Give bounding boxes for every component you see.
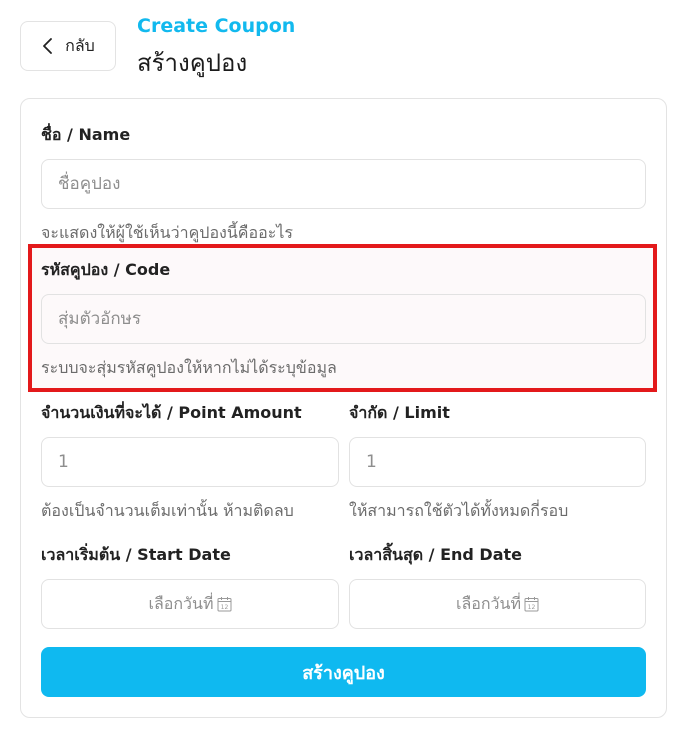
point-amount-hint: ต้องเป็นจำนวนเต็มเท่านั้น ห้ามติดลบ (41, 501, 294, 520)
start-date-picker[interactable]: เลือกวันที่ 12 (41, 579, 339, 629)
svg-text:12: 12 (220, 604, 228, 611)
name-label: ชื่อ / Name (41, 125, 131, 144)
limit-hint: ให้สามารถใช้ตัวได้ทั้งหมดกี่รอบ (349, 501, 569, 520)
limit-label: จำกัด / Limit (349, 403, 450, 422)
code-hint: ระบบจะสุ่มรหัสคูปองให้หากไม่ได้ระบุข้อมู… (41, 358, 337, 377)
code-label: รหัสคูปอง / Code (41, 260, 171, 279)
calendar-icon: 12 (217, 597, 232, 612)
code-input[interactable] (41, 294, 646, 344)
point-amount-input[interactable] (41, 437, 339, 487)
end-date-label: เวลาสิ้นสุด / End Date (349, 545, 523, 564)
back-button[interactable]: กลับ (20, 21, 116, 71)
name-hint: จะแสดงให้ผู้ใช้เห็นว่าคูปองนี้คืออะไร (41, 223, 293, 242)
svg-text:12: 12 (528, 604, 536, 611)
end-date-picker[interactable]: เลือกวันที่ 12 (349, 579, 646, 629)
limit-input[interactable] (349, 437, 646, 487)
start-date-placeholder: เลือกวันที่ (148, 593, 214, 613)
create-coupon-page: กลับ Create Coupon สร้างคูปอง ชื่อ / Nam… (0, 0, 684, 731)
start-date-label: เวลาเริ่มต้น / Start Date (41, 545, 231, 564)
chevron-left-icon (43, 38, 53, 54)
end-date-placeholder: เลือกวันที่ (455, 593, 522, 613)
calendar-icon: 12 (524, 597, 539, 612)
page-title: สร้างคูปอง (137, 49, 248, 77)
point-amount-label: จำนวนเงินที่จะได้ / Point Amount (41, 403, 302, 422)
back-button-label: กลับ (65, 35, 95, 55)
name-input[interactable] (41, 159, 646, 209)
create-coupon-button[interactable]: สร้างคูปอง (41, 647, 646, 697)
page-subtitle: Create Coupon (137, 15, 296, 37)
